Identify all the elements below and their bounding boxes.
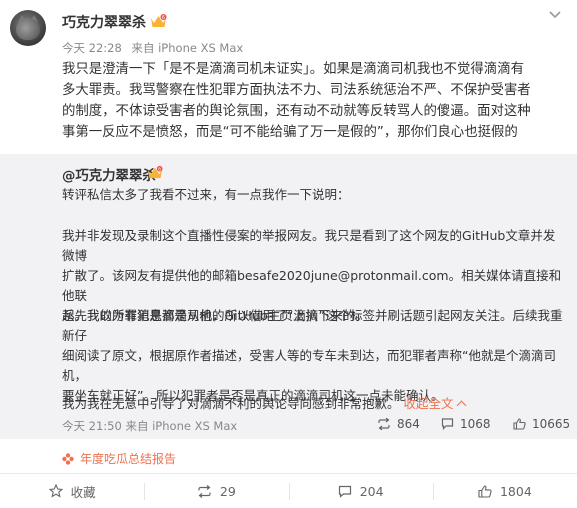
post-text-line: 的制度，不体谅受害者的舆论氛围，还有动不动就等反转骂人的傻逼。面对这种	[62, 104, 531, 119]
quoted-meta: 今天 21:50 来自 iPhone XS Max	[62, 418, 237, 434]
post-text-line: 多大罪责。我骂警察在性犯罪方面执法不力、司法系统惩治不严、不保护受害者	[62, 83, 531, 98]
repost-icon	[198, 484, 211, 498]
favorite-button[interactable]: 收藏	[0, 474, 144, 508]
quoted-like-count[interactable]: 10665	[513, 417, 570, 431]
annual-report-link[interactable]: 年度吃瓜总结报告	[62, 450, 176, 467]
like-count: 1804	[499, 483, 532, 499]
comment-icon	[338, 485, 351, 498]
repost-count: 29	[219, 483, 236, 499]
annual-report-label[interactable]: 年度吃瓜总结报告	[80, 450, 176, 467]
quoted-line: 细阅读了原文，根据原作者描述，受害人等的专车未到达，而犯罪者声称“他就是个滴滴司…	[62, 348, 556, 383]
collapse-label[interactable]: 收起全文	[404, 396, 454, 411]
collapse-link[interactable]: 收起全文	[404, 396, 466, 411]
svg-text:6: 6	[162, 15, 165, 21]
quoted-post[interactable]: @巧克力翠翠杀 6 转评私信太多了我看不过来，有一点我作一下说明： 我并非发现及…	[0, 154, 577, 439]
quoted-comment-count[interactable]: 1068	[441, 417, 491, 431]
favorite-label: 收藏	[70, 484, 96, 500]
comment-icon	[441, 418, 454, 430]
quoted-comment-value: 1068	[460, 417, 491, 431]
quoted-line: 起先我以为罪犯是滴滴司机，所以借用了“滴滴”这个标签并刷话题引起网友关注。后续我…	[62, 308, 563, 343]
comment-count: 204	[359, 483, 384, 499]
flower-icon	[62, 452, 74, 465]
post-text-line: 事第一反应不是愤怒，而是“可不能给骗了万一是假的”，那你们良心也挺假的	[62, 125, 518, 140]
post-time[interactable]: 今天 22:28	[62, 41, 122, 55]
svg-text:6: 6	[158, 167, 161, 173]
post-source: 来自 iPhone XS Max	[131, 41, 244, 55]
post-text: 我只是澄清一下「是不是滴滴司机未证实」。如果是滴滴司机我也不觉得滴滴有 多大罪责…	[62, 59, 562, 143]
quoted-repost-value: 864	[397, 417, 420, 431]
quoted-paragraph: 转评私信太多了我看不过来，有一点我作一下说明：	[62, 187, 350, 202]
chevron-up-icon	[456, 400, 466, 411]
vip-badge-icon: 6	[148, 165, 163, 179]
quoted-line: 扩散了。该网友有提供他的邮箱besafe2020june@protonmail.…	[62, 268, 562, 303]
quoted-repost-count[interactable]: 864	[377, 417, 420, 431]
quoted-username[interactable]: @巧克力翠翠杀	[62, 164, 156, 184]
post-meta: 今天 22:28 来自 iPhone XS Max	[62, 40, 249, 56]
username[interactable]: 巧克力翠翠杀	[62, 12, 146, 32]
weibo-post-card: 巧克力翠翠杀 6 今天 22:28 来自 iPhone XS Max 我只是澄清…	[0, 0, 577, 508]
chevron-down-icon[interactable]	[547, 9, 563, 21]
vip-badge-icon[interactable]: 6	[150, 13, 167, 28]
thumbs-up-icon	[513, 418, 526, 430]
quoted-line: 我并非发现及录制这个直播性侵案的举报网友。我只是看到了这个网友的GitHub文章…	[62, 228, 556, 263]
quoted-paragraph: 我为我在无意中引导了对滴滴不利的舆论导向感到非常抱歉。 收起全文	[62, 394, 567, 414]
quoted-source: 来自 iPhone XS Max	[125, 419, 238, 433]
repost-button[interactable]: 29	[144, 474, 288, 508]
like-button[interactable]: 1804	[432, 474, 577, 508]
comment-button[interactable]: 204	[288, 474, 433, 508]
post-text-line: 我只是澄清一下「是不是滴滴司机未证实」。如果是滴滴司机我也不觉得滴滴有	[62, 62, 524, 77]
action-bar: 收藏 29 204 1804	[0, 473, 577, 508]
quoted-like-value: 10665	[532, 417, 571, 431]
quoted-line: 我为我在无意中引导了对滴滴不利的舆论导向感到非常抱歉。	[62, 396, 400, 411]
star-icon	[48, 484, 63, 498]
quoted-time[interactable]: 今天 21:50	[62, 419, 122, 433]
quoted-paragraph: 起先我以为罪犯是滴滴司机，所以借用了“滴滴”这个标签并刷话题引起网友关注。后续我…	[62, 306, 567, 406]
avatar[interactable]	[10, 10, 46, 46]
repost-icon	[378, 418, 390, 430]
thumbs-up-icon	[478, 484, 492, 498]
